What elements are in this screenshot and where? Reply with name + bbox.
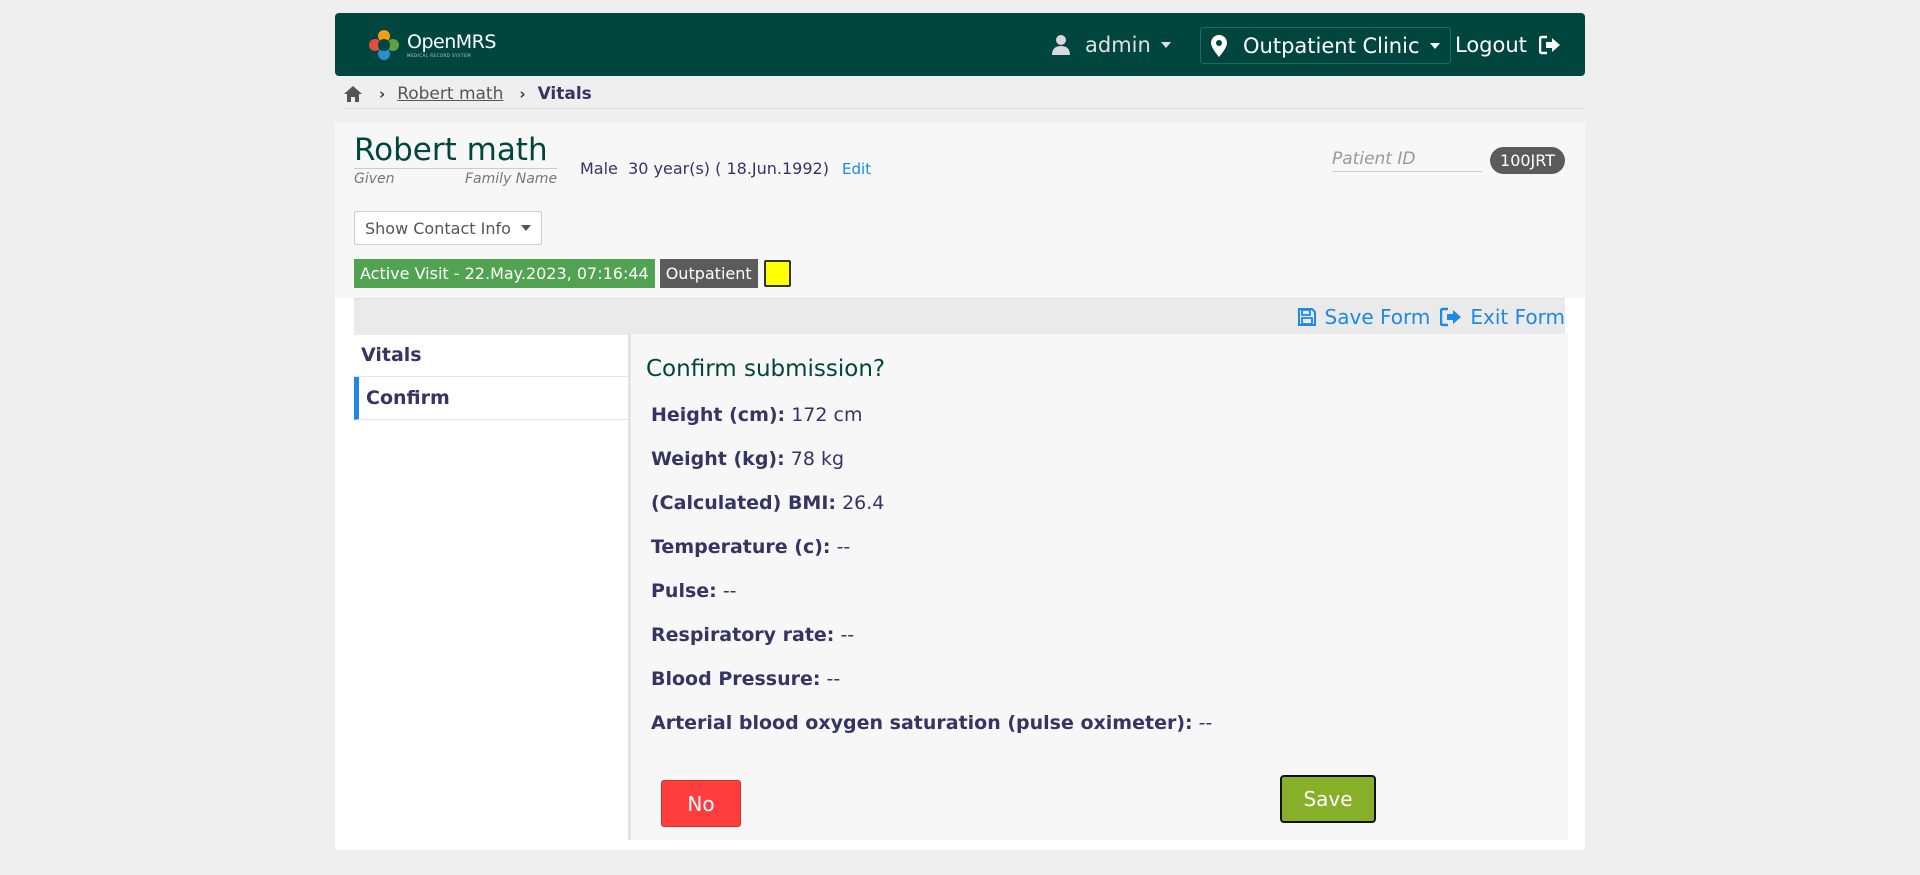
confirm-field-list: Height (cm): 172 cm Weight (kg): 78 kg (… <box>651 404 1212 756</box>
confirm-panel: Confirm submission? Height (cm): 172 cm … <box>628 334 1568 840</box>
breadcrumb-current: Vitals <box>537 84 592 104</box>
field-blood-pressure: Blood Pressure: -- <box>651 668 841 690</box>
breadcrumb-patient[interactable]: Robert math <box>397 84 503 104</box>
nav-item-confirm[interactable]: Confirm <box>354 377 629 420</box>
user-name: admin <box>1085 32 1151 57</box>
save-form-label: Save Form <box>1324 305 1431 329</box>
exit-form-label: Exit Form <box>1470 305 1565 329</box>
visit-type-badge: Outpatient <box>659 259 758 288</box>
field-pulse: Pulse: -- <box>651 580 737 602</box>
nav-item-vitals[interactable]: Vitals <box>354 334 629 377</box>
active-visit-badge[interactable]: Active Visit - 22.May.2023, 07:16:44 <box>354 259 655 288</box>
main-card: Robert math Given Family Name Male 30 ye… <box>335 122 1585 850</box>
patient-header: Robert math Given Family Name Male 30 ye… <box>335 122 1585 298</box>
save-form-button[interactable]: Save Form <box>1297 305 1431 329</box>
form-section-nav: Vitals Confirm <box>354 334 629 420</box>
save-button[interactable]: Save <box>1280 775 1376 823</box>
exit-form-button[interactable]: Exit Form <box>1440 305 1565 329</box>
logout-label: Logout <box>1455 32 1527 57</box>
logo-tagline: MEDICAL RECORD SYSTEM <box>407 52 472 58</box>
patient-gender: Male <box>580 159 618 178</box>
location-name: Outpatient Clinic <box>1243 33 1420 58</box>
patient-demographics: Male 30 year(s) ( 18.Jun.1992) Edit <box>580 159 871 178</box>
family-name-label: Family Name <box>464 171 558 187</box>
chevron-down-icon <box>1160 41 1171 48</box>
openmrs-logo[interactable]: OpenMRS MEDICAL RECORD SYSTEM <box>367 28 496 62</box>
no-button[interactable]: No <box>661 780 741 827</box>
field-weight: Weight (kg): 78 kg <box>651 448 845 470</box>
breadcrumb: › Robert math › Vitals <box>343 80 1585 109</box>
user-icon <box>1052 34 1070 55</box>
field-height: Height (cm): 172 cm <box>651 404 863 426</box>
sticky-note-icon[interactable] <box>763 260 791 287</box>
logout-link[interactable]: Logout <box>1455 13 1561 76</box>
chevron-down-icon <box>1429 42 1440 49</box>
field-temperature: Temperature (c): -- <box>651 536 851 558</box>
sign-out-icon <box>1538 35 1560 54</box>
caret-down-icon <box>520 225 531 231</box>
location-selector[interactable]: Outpatient Clinic <box>1200 27 1451 64</box>
form-toolbar: Save Form Exit Form <box>354 298 1565 335</box>
logo-name: OpenMRS <box>407 30 496 53</box>
edit-patient-link[interactable]: Edit <box>842 160 871 178</box>
map-marker-icon <box>1211 34 1227 57</box>
openmrs-logo-icon <box>367 28 401 62</box>
patient-name-block: Robert math Given Family Name <box>354 132 558 187</box>
field-oxygen-saturation: Arterial blood oxygen saturation (pulse … <box>651 712 1213 734</box>
patient-age: 30 year(s) ( 18.Jun.1992) <box>628 159 829 178</box>
field-bmi: (Calculated) BMI: 26.4 <box>651 492 885 514</box>
chevron-right-icon: › <box>379 85 386 103</box>
patient-id-block: Patient ID 100JRT <box>1332 147 1565 174</box>
sign-out-icon <box>1440 307 1462 327</box>
patient-id-badge: 100JRT <box>1490 147 1565 174</box>
contact-button-label: Show Contact Info <box>365 218 511 238</box>
patient-id-label: Patient ID <box>1332 149 1483 172</box>
user-menu[interactable]: admin <box>1051 13 1171 76</box>
confirm-title: Confirm submission? <box>646 356 886 382</box>
given-label: Given <box>354 171 395 187</box>
show-contact-info-button[interactable]: Show Contact Info <box>354 211 542 245</box>
field-respiratory-rate: Respiratory rate: -- <box>651 624 855 646</box>
save-icon <box>1297 308 1316 326</box>
visit-row: Active Visit - 22.May.2023, 07:16:44 Out… <box>354 259 791 288</box>
chevron-right-icon: › <box>519 85 526 103</box>
home-icon[interactable] <box>343 85 363 103</box>
top-header: OpenMRS MEDICAL RECORD SYSTEM admin Outp… <box>335 13 1585 76</box>
patient-name: Robert math <box>354 132 558 169</box>
